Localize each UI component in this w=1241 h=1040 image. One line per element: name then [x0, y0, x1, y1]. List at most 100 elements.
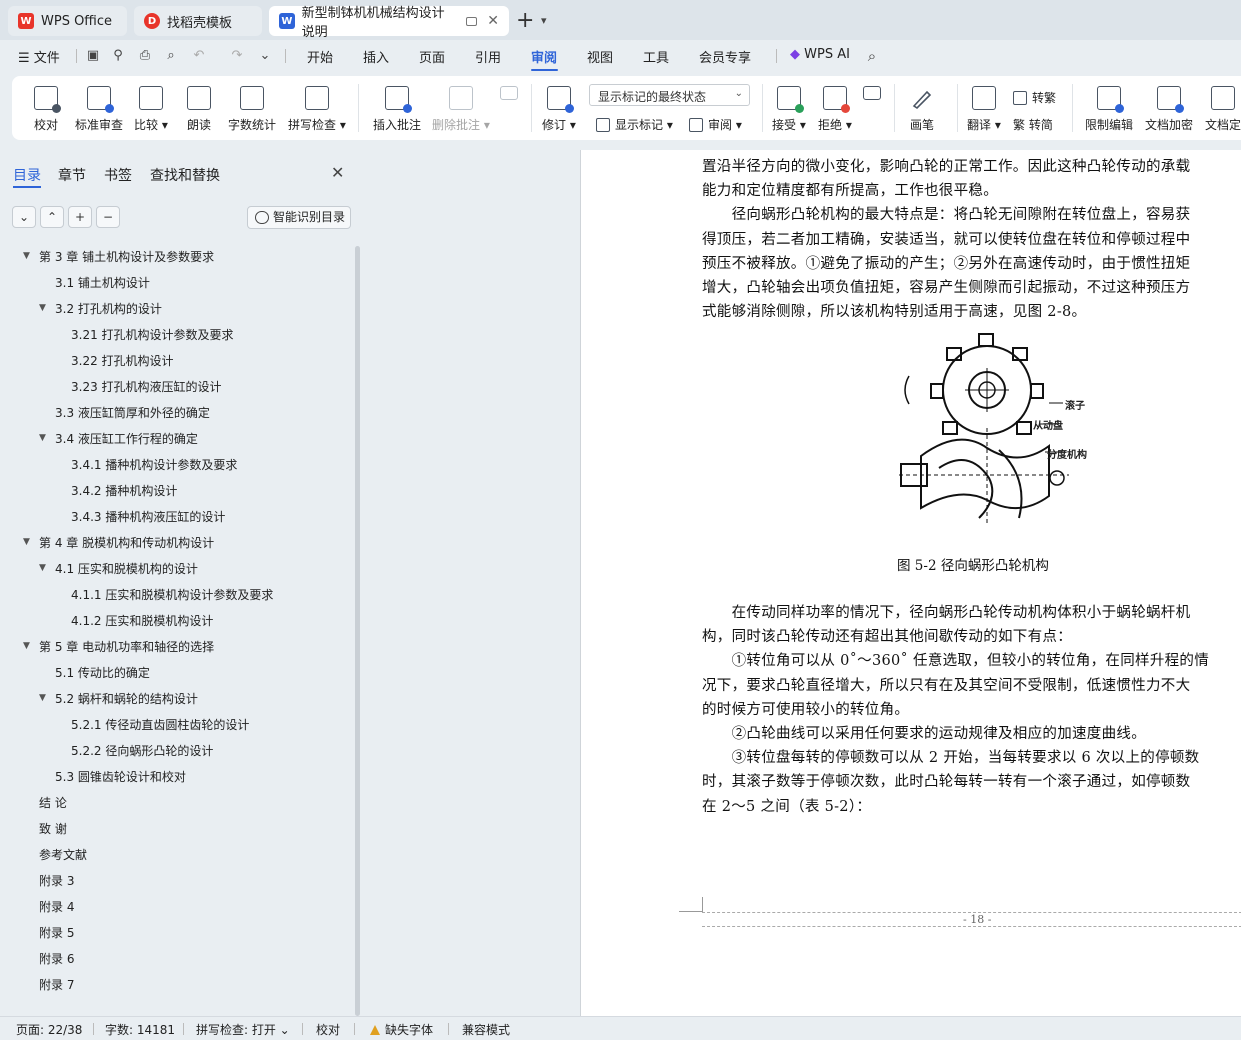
nav-tab-toc[interactable]: 目录	[13, 165, 41, 185]
tab-docer-templates[interactable]: D 找稻壳模板	[134, 6, 262, 36]
toc-item[interactable]: 3.3 液压缸筒厚和外径的确定	[55, 404, 210, 424]
toc-item[interactable]: 附录 6	[39, 950, 74, 970]
show-markup-button[interactable]: 显示标记 ▾	[596, 116, 673, 133]
toc-item[interactable]: 参考文献	[39, 846, 87, 866]
toc-item[interactable]: 3.21 打孔机构设计参数及要求	[71, 326, 234, 346]
toc-item[interactable]: 致 谢	[39, 820, 67, 840]
menu-view[interactable]: 视图	[587, 47, 613, 66]
delete-comment-button[interactable]: 删除批注 ▾	[432, 76, 490, 140]
undo-icon[interactable]: ↶	[191, 48, 207, 64]
page-counter[interactable]: 页面: 22/38	[16, 1021, 82, 1038]
toc-item[interactable]: 3.4.2 播种机构设计	[71, 482, 177, 502]
expand-caret-icon[interactable]: ▼	[23, 537, 30, 547]
menu-page[interactable]: 页面	[419, 47, 445, 66]
toc-item[interactable]: 3.1 铺土机构设计	[55, 274, 150, 294]
menu-home[interactable]: 开始	[307, 47, 333, 66]
expand-icon[interactable]: ⌃	[40, 206, 64, 228]
collapse-icon[interactable]: ⌄	[12, 206, 36, 228]
toc-item[interactable]: ▼ 5.2 蜗杆和蜗轮的结构设计	[39, 690, 198, 710]
smart-toc-button[interactable]: 智能识别目录	[247, 206, 351, 229]
to-traditional-button[interactable]: 转繁	[1013, 89, 1056, 106]
toc-item[interactable]: ▼ 3.4 液压缸工作行程的确定	[39, 430, 198, 450]
toc-item[interactable]: 结 论	[39, 794, 67, 814]
word-count-button[interactable]: 字数统计	[228, 76, 276, 140]
toc-item[interactable]: 5.2.1 传径动直齿圆柱齿轮的设计	[71, 716, 249, 736]
missing-font-status[interactable]: 缺失字体	[370, 1021, 433, 1038]
remove-heading-icon[interactable]: −	[96, 206, 120, 228]
expand-caret-icon[interactable]: ▼	[39, 303, 46, 313]
expand-caret-icon[interactable]: ▼	[39, 433, 46, 443]
toc-item[interactable]: ▼ 第 4 章 脱模机构和传动机构设计	[23, 534, 214, 554]
toc-item[interactable]: ▼ 4.1 压实和脱模机构的设计	[39, 560, 198, 580]
reject-button[interactable]: 拒绝 ▾	[818, 76, 852, 140]
restrict-edit-button[interactable]: 限制编辑	[1085, 76, 1133, 140]
to-simplified-button[interactable]: 繁 转简	[1013, 116, 1053, 133]
nav-tab-find-replace[interactable]: 查找和替换	[150, 165, 220, 185]
menu-reference[interactable]: 引用	[475, 47, 501, 66]
menu-tools[interactable]: 工具	[643, 47, 669, 66]
toc-item[interactable]: 附录 3	[39, 872, 74, 892]
add-heading-icon[interactable]: +	[68, 206, 92, 228]
toc-item[interactable]: 5.1 传动比的确定	[55, 664, 150, 684]
expand-caret-icon[interactable]: ▼	[23, 251, 30, 261]
toc-item[interactable]: 3.4.1 播种机构设计参数及要求	[71, 456, 237, 476]
toc-item[interactable]: ▼ 第 3 章 铺土机构设计及参数要求	[23, 248, 214, 268]
finalize-button[interactable]: 文档定	[1205, 76, 1241, 140]
expand-caret-icon[interactable]: ▼	[39, 693, 46, 703]
track-changes-button[interactable]: 修订 ▾	[542, 76, 576, 140]
nav-tab-bookmarks[interactable]: 书签	[104, 165, 132, 185]
expand-caret-icon[interactable]: ▼	[39, 563, 46, 573]
accept-button[interactable]: 接受 ▾	[772, 76, 806, 140]
chevron-down-icon[interactable]: ▾	[541, 14, 547, 27]
tab-document[interactable]: W 新型制钵机机械结构设计 说明 ✕	[269, 6, 509, 40]
toc-scrollbar[interactable]	[355, 246, 360, 1016]
new-tab-plus-icon[interactable]: +	[516, 8, 534, 33]
print-preview-icon[interactable]: ⌕	[163, 48, 179, 64]
toc-item[interactable]: 5.3 圆锥齿轮设计和校对	[55, 768, 186, 788]
word-counter[interactable]: 字数: 14181	[105, 1021, 175, 1038]
expand-caret-icon[interactable]: ▼	[23, 641, 30, 651]
review-pane-button[interactable]: 审阅 ▾	[689, 116, 742, 133]
redo-icon[interactable]: ↷	[229, 48, 245, 64]
comment-nav-button[interactable]	[500, 76, 518, 140]
encrypt-button[interactable]: 文档加密	[1145, 76, 1193, 140]
document-page[interactable]: 置沿半径方向的微小变化，影响凸轮的正常工作。因此这种凸轮传动的承载 能力和定位精度…	[580, 150, 1241, 1016]
change-nav-button[interactable]	[863, 76, 881, 140]
read-aloud-button[interactable]: 朗读	[187, 76, 211, 140]
spell-check-button[interactable]: 拼写检查 ▾	[288, 76, 346, 140]
translate-button[interactable]: 翻译 ▾	[967, 76, 1001, 140]
toc-item[interactable]: 5.2.2 径向蜗形凸轮的设计	[71, 742, 213, 762]
toc-item[interactable]: 附录 4	[39, 898, 74, 918]
nav-tab-chapters[interactable]: 章节	[58, 165, 86, 185]
close-tab-icon[interactable]: ✕	[487, 13, 499, 29]
toc-item[interactable]: ▼ 第 5 章 电动机功率和轴径的选择	[23, 638, 214, 658]
ink-button[interactable]: 画笔	[910, 76, 934, 140]
proofread-status[interactable]: 校对	[316, 1021, 340, 1038]
toc-item[interactable]: 4.1.1 压实和脱模机构设计参数及要求	[71, 586, 273, 606]
toc-item[interactable]: 4.1.2 压实和脱模机构设计	[71, 612, 213, 632]
standard-review-button[interactable]: 标准审查	[75, 76, 123, 140]
window-icon[interactable]	[466, 16, 478, 26]
display-markup-select[interactable]: 显示标记的最终状态 ⌄	[589, 84, 750, 106]
menu-member[interactable]: 会员专享	[699, 47, 751, 66]
link-icon[interactable]: ⚲	[110, 48, 126, 64]
toc-item[interactable]: 附录 5	[39, 924, 74, 944]
close-pane-icon[interactable]: ✕	[331, 163, 344, 182]
toc-item[interactable]: 附录 7	[39, 976, 74, 996]
tab-wps-office[interactable]: W WPS Office	[8, 6, 127, 36]
toc-item[interactable]: ▼ 3.2 打孔机构的设计	[39, 300, 162, 320]
spell-check-status[interactable]: 拼写检查: 打开 ⌄	[196, 1021, 290, 1038]
menu-review[interactable]: 审阅	[531, 47, 557, 66]
toc-item[interactable]: 3.22 打孔机构设计	[71, 352, 174, 372]
menu-insert[interactable]: 插入	[363, 47, 389, 66]
toc-item[interactable]: 2.3.1 制钵压钵、送钵执行机构的方案比较	[71, 238, 297, 242]
search-icon[interactable]: ⌕	[864, 48, 880, 64]
wps-ai-button[interactable]: ◆ WPS AI	[790, 47, 850, 62]
insert-comment-button[interactable]: 插入批注	[373, 76, 421, 140]
save-icon[interactable]: ▣	[85, 48, 101, 64]
compare-button[interactable]: 比较 ▾	[134, 76, 168, 140]
toc-item[interactable]: 3.4.3 播种机构液压缸的设计	[71, 508, 225, 528]
proofread-button[interactable]: 校对	[34, 76, 61, 140]
print-icon[interactable]: ⎙	[137, 48, 153, 64]
toc-item[interactable]: 3.23 打孔机构液压缸的设计	[71, 378, 222, 398]
